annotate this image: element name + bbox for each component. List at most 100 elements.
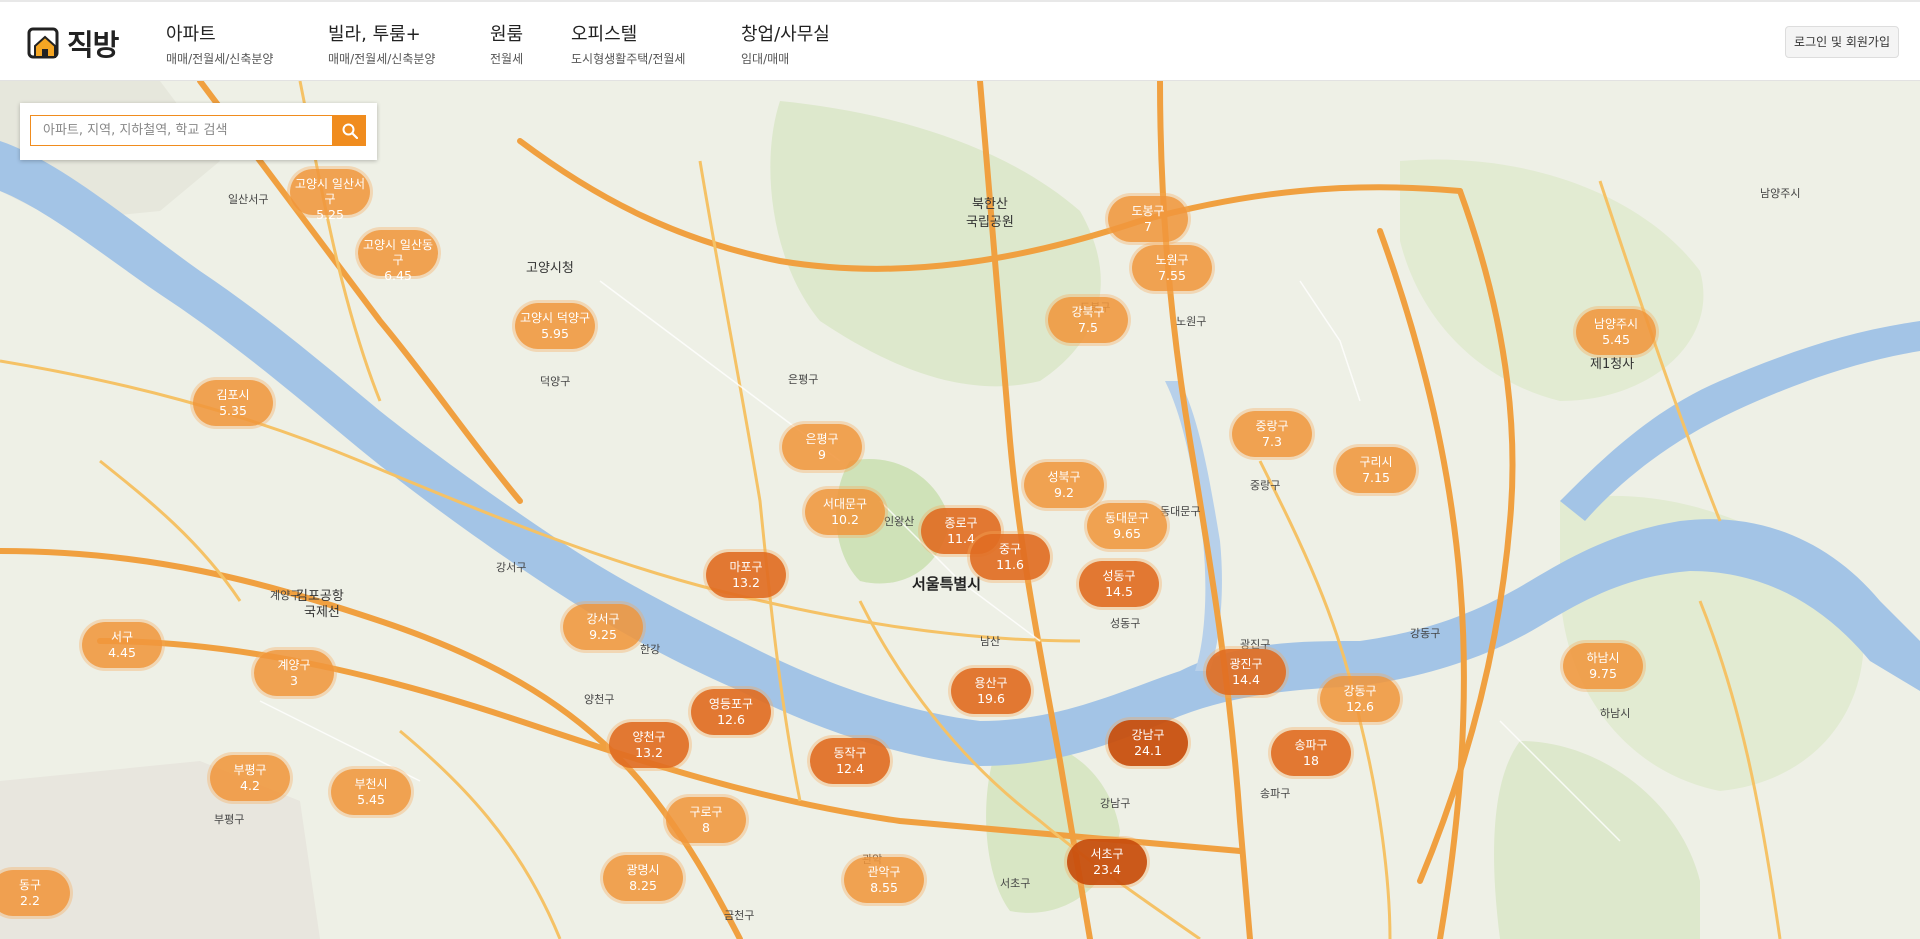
district-name: 동대문구	[1104, 511, 1150, 525]
district-bubble[interactable]: 도봉구 7	[1108, 196, 1188, 242]
district-value: 4.2	[240, 778, 260, 793]
district-bubble[interactable]: 은평구 9	[782, 424, 862, 470]
district-bubble[interactable]: 강서구 9.25	[563, 604, 643, 650]
district-bubble[interactable]: 동대문구 9.65	[1087, 503, 1167, 549]
district-name: 마포구	[729, 560, 763, 574]
district-name: 구리시	[1359, 455, 1393, 469]
district-name: 계양구	[277, 658, 311, 672]
district-value: 5.25	[316, 207, 344, 222]
district-bubble[interactable]: 서대문구 10.2	[805, 489, 885, 535]
district-bubble[interactable]: 용산구 19.6	[951, 668, 1031, 714]
district-bubble[interactable]: 고양시 일산동구 6.45	[358, 230, 438, 283]
district-bubble[interactable]: 고양시 일산서구 5.25	[290, 169, 370, 222]
district-name: 노원구	[1155, 253, 1189, 267]
district-bubble[interactable]: 송파구 18	[1271, 730, 1351, 776]
nav-apartment[interactable]: 아파트 매매/전월세/신축분양	[166, 24, 273, 67]
district-name: 하남시	[1586, 651, 1620, 665]
search-icon	[342, 123, 358, 139]
district-value: 9.65	[1113, 526, 1141, 541]
nav-title: 아파트	[166, 24, 216, 45]
district-name: 남양주시	[1593, 317, 1639, 331]
district-value: 9.25	[589, 627, 617, 642]
district-bubble[interactable]: 강동구 12.6	[1320, 676, 1400, 722]
district-value: 7	[1144, 219, 1152, 234]
search-button[interactable]	[333, 115, 366, 146]
zigbang-logo[interactable]: 직방	[27, 24, 119, 62]
district-value: 7.5	[1078, 320, 1098, 335]
district-bubble[interactable]: 부평구 4.2	[210, 755, 290, 801]
nav-office[interactable]: 창업/사무실 임대/매매	[741, 24, 830, 67]
district-name: 동작구	[833, 746, 867, 760]
district-value: 7.55	[1158, 268, 1186, 283]
district-value: 9.75	[1589, 666, 1617, 681]
nav-title: 원룸	[490, 24, 524, 45]
nav-villa[interactable]: 빌라, 투룸+ 매매/전월세/신축분양	[328, 24, 435, 67]
district-bubble[interactable]: 영등포구 12.6	[691, 689, 771, 735]
district-bubble[interactable]: 성동구 14.5	[1079, 561, 1159, 607]
district-bubble[interactable]: 노원구 7.55	[1132, 245, 1212, 291]
district-bubble[interactable]: 계양구 3	[254, 650, 334, 696]
district-bubble[interactable]: 구로구 8	[666, 797, 746, 843]
district-bubble[interactable]: 부천시 5.45	[331, 769, 411, 815]
house-logo-icon	[27, 27, 59, 59]
district-bubble[interactable]: 고양시 덕양구 5.95	[515, 303, 595, 349]
district-bubble[interactable]: 중구 11.6	[970, 534, 1050, 580]
district-bubble[interactable]: 동작구 12.4	[810, 738, 890, 784]
district-bubble[interactable]: 동구 2.2	[0, 870, 70, 916]
district-value: 13.2	[635, 745, 663, 760]
district-name: 관악구	[867, 865, 901, 879]
district-bubble[interactable]: 서초구 23.4	[1067, 839, 1147, 885]
district-bubble[interactable]: 광명시 8.25	[603, 855, 683, 901]
nav-subtitle: 임대/매매	[741, 52, 790, 66]
nav-subtitle: 도시형생활주택/전월세	[571, 52, 686, 66]
map-canvas[interactable]: 고양시청 서울특별시 제1청사 북한산 국립공원 강서구 양천구 성동구 동대문…	[0, 81, 1920, 939]
district-bubble[interactable]: 광진구 14.4	[1206, 649, 1286, 695]
district-name: 동구	[18, 878, 42, 892]
district-name: 부평구	[233, 763, 267, 777]
district-name: 성동구	[1102, 569, 1136, 583]
district-name: 고양시 일산동구	[362, 238, 434, 267]
district-name: 고양시 덕양구	[519, 311, 591, 325]
district-name: 은평구	[805, 432, 839, 446]
district-bubble[interactable]: 강북구 7.5	[1048, 297, 1128, 343]
login-signup-button[interactable]: 로그인 및 회원가입	[1785, 26, 1899, 58]
district-value: 9.2	[1054, 485, 1074, 500]
nav-oneroom[interactable]: 원룸 전월세	[490, 24, 523, 67]
district-value: 8.25	[629, 878, 657, 893]
district-bubble[interactable]: 성북구 9.2	[1024, 462, 1104, 508]
district-bubble[interactable]: 하남시 9.75	[1563, 643, 1643, 689]
nav-subtitle: 매매/전월세/신축분양	[328, 52, 436, 66]
district-name: 중랑구	[1255, 419, 1289, 433]
district-name: 서대문구	[822, 497, 868, 511]
district-name: 성북구	[1047, 470, 1081, 484]
district-bubble[interactable]: 양천구 13.2	[609, 722, 689, 768]
district-bubble[interactable]: 김포시 5.35	[193, 380, 273, 426]
district-name: 서초구	[1090, 847, 1124, 861]
district-value: 9	[818, 447, 826, 462]
district-value: 5.95	[541, 326, 569, 341]
district-bubble[interactable]: 서구 4.45	[82, 622, 162, 668]
district-value: 24.1	[1134, 743, 1162, 758]
district-value: 6.45	[384, 268, 412, 283]
district-name: 서구	[110, 630, 134, 644]
search-panel	[20, 103, 377, 160]
district-bubble[interactable]: 남양주시 5.45	[1576, 309, 1656, 355]
search-input[interactable]	[30, 115, 333, 146]
nav-title: 오피스텔	[571, 24, 638, 45]
nav-subtitle: 전월세	[490, 52, 524, 66]
district-name: 광명시	[626, 863, 660, 877]
district-bubble[interactable]: 구리시 7.15	[1336, 447, 1416, 493]
logo-text: 직방	[67, 28, 119, 62]
district-name: 송파구	[1294, 738, 1328, 752]
district-name: 양천구	[632, 730, 666, 744]
district-bubble[interactable]: 관악구 8.55	[844, 857, 924, 903]
district-bubble[interactable]: 마포구 13.2	[706, 552, 786, 598]
nav-officetel[interactable]: 오피스텔 도시형생활주택/전월세	[571, 24, 685, 67]
district-name: 고양시 일산서구	[294, 177, 366, 206]
district-name: 용산구	[974, 676, 1008, 690]
district-bubble[interactable]: 강남구 24.1	[1108, 720, 1188, 766]
district-bubble[interactable]: 중랑구 7.3	[1232, 411, 1312, 457]
district-name: 중구	[998, 542, 1022, 556]
district-value: 23.4	[1093, 862, 1121, 877]
district-value: 14.5	[1105, 584, 1133, 599]
